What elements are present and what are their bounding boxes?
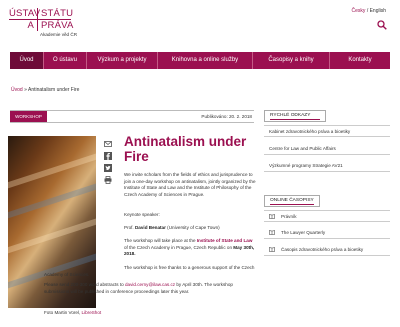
institute-logo[interactable]: ÚSTAV STÁTU A PRÁVA Akademie věd ČR [9, 8, 78, 42]
speaker-prefix: Prof. [124, 225, 135, 230]
lang-separator: / [366, 8, 369, 14]
lang-czech-link[interactable]: Česky [352, 8, 366, 14]
print-icon[interactable] [104, 176, 112, 184]
quick-links-heading: RYCHLÉ ODKAZY [264, 110, 326, 122]
main-nav: Úvod O ústavu Výzkum a projekty Knihovna… [10, 52, 390, 69]
journal-icon [269, 228, 275, 236]
email-icon[interactable] [104, 140, 112, 148]
twitter-icon[interactable] [104, 164, 112, 172]
article-title: Antinatalism under Fire [124, 134, 247, 164]
article-meta-bar: WORKSHOP Publikováno: 20. 2. 2018 [10, 110, 254, 123]
abstract-info: Please send 200-300 word abstracts to da… [44, 282, 258, 295]
search-icon[interactable] [377, 17, 387, 30]
breadcrumb-current: Antinatalism under Fire [27, 87, 80, 93]
online-journals-heading: ONLINE ČASOPISY [264, 195, 320, 207]
photo-credit: Foto Martin Vorel, LibreShot [44, 310, 258, 317]
place-middle: of the Czech Academy in Prague, Czech Re… [124, 244, 234, 250]
logo-word-statu: STÁTU [37, 8, 73, 20]
keynote-speaker: Prof. David Benatar (University of Cape … [124, 225, 256, 232]
photo-credit-prefix: Foto Martin Vorel, [44, 310, 82, 315]
published-date: Publikováno: 20. 2. 2018 [201, 114, 252, 119]
workshop-place: The workshop will take place at the Inst… [124, 238, 256, 258]
nav-item-knihovna[interactable]: Knihovna a online služby [158, 52, 253, 69]
logo-word-prava: PRÁVA [37, 20, 73, 31]
place-prefix: The workshop will take place at the [124, 238, 197, 243]
journal-lawyer-quarterly[interactable]: The Lawyer Quarterly [264, 227, 390, 239]
keynote-label: Keynote speaker: [124, 212, 160, 217]
quick-link-centre[interactable]: Centre for Law and Public Affairs [264, 143, 390, 155]
libreshot-link[interactable]: LibreShot [82, 310, 102, 315]
breadcrumb: Úvod » Antinatalism under Fire [11, 87, 79, 93]
nav-item-vyzkum[interactable]: Výzkum a projekty [87, 52, 158, 69]
nav-item-o-ustavu[interactable]: O ústavu [44, 52, 87, 69]
journal-label: Časopis zdravotnického práva a bioetiky [281, 247, 364, 252]
breadcrumb-home-link[interactable]: Úvod [11, 87, 23, 93]
journal-casopis-zdravotnickeho-prava[interactable]: Časopis zdravotnického práva a bioetiky [264, 244, 390, 256]
institute-link[interactable]: Institute of State and Law [197, 238, 253, 243]
journal-icon [269, 245, 275, 253]
lang-english-link[interactable]: English [370, 8, 386, 14]
journal-icon [269, 212, 275, 220]
logo-subtitle: Akademie věd ČR [40, 32, 78, 37]
facebook-icon[interactable] [104, 152, 112, 160]
category-tag[interactable]: WORKSHOP [10, 111, 47, 122]
workshop-free-note: The workshop is free thanks to a generou… [44, 265, 255, 277]
abstract-email-link[interactable]: david.cerny@ilaw.cas.cz [125, 282, 175, 287]
nav-item-kontakty[interactable]: Kontakty [330, 52, 390, 69]
breadcrumb-separator: » [24, 87, 27, 93]
speaker-affiliation: (University of Cape Town) [165, 225, 220, 230]
abstract-prefix: Please send 200-300 word abstracts to [44, 282, 125, 287]
speaker-name: David Benatar [134, 225, 166, 230]
logo-word-ustav: ÚSTAV [9, 8, 41, 20]
journal-pravnik[interactable]: Právník [264, 210, 390, 222]
language-switcher: Česky / English [352, 8, 386, 14]
article-intro: We invite scholars from the fields of et… [124, 172, 256, 197]
quick-link-strategie[interactable]: Výzkumné programy Strategie AV21 [264, 160, 390, 172]
nav-item-uvod[interactable]: Úvod [10, 52, 44, 69]
nav-item-casopisy[interactable]: Časopisy a knihy [253, 52, 330, 69]
journal-label: Právník [281, 214, 297, 219]
quick-link-kabinet[interactable]: Kabinet zdravotnického práva a bioetiky [264, 125, 390, 137]
journal-label: The Lawyer Quarterly [281, 230, 326, 235]
logo-word-a: A [27, 20, 34, 31]
